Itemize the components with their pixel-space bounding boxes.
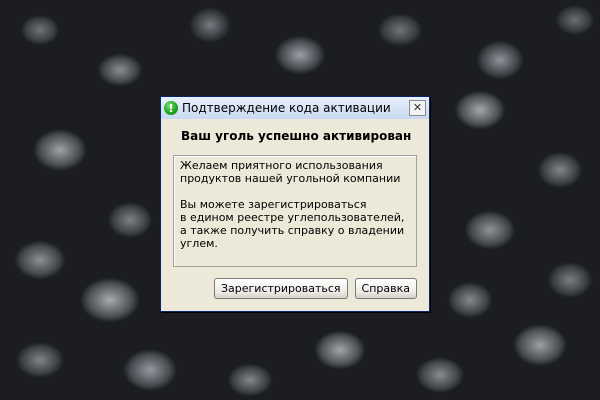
- close-button[interactable]: ✕: [409, 100, 426, 116]
- button-row: Зарегистрироваться Справка: [173, 278, 417, 299]
- message-paragraph-2: Вы можете зарегистрироваться в едином ре…: [180, 198, 405, 250]
- dialog-title: Подтверждение кода активации: [182, 101, 391, 115]
- check-icon: !: [164, 101, 178, 115]
- message-paragraph-1: Желаем приятного использования продуктов…: [180, 159, 401, 185]
- message-box: Желаем приятного использования продуктов…: [173, 155, 417, 267]
- dialog-titlebar[interactable]: ! Подтверждение кода активации ✕: [161, 97, 429, 119]
- activation-dialog: ! Подтверждение кода активации ✕ Ваш уго…: [160, 96, 430, 312]
- register-button[interactable]: Зарегистрироваться: [213, 278, 348, 299]
- help-button[interactable]: Справка: [354, 278, 417, 299]
- dialog-heading: Ваш уголь успешно активирован: [181, 129, 412, 143]
- desktop-background: ! Подтверждение кода активации ✕ Ваш уго…: [0, 0, 600, 400]
- dialog-body: Ваш уголь успешно активирован Желаем при…: [161, 129, 429, 299]
